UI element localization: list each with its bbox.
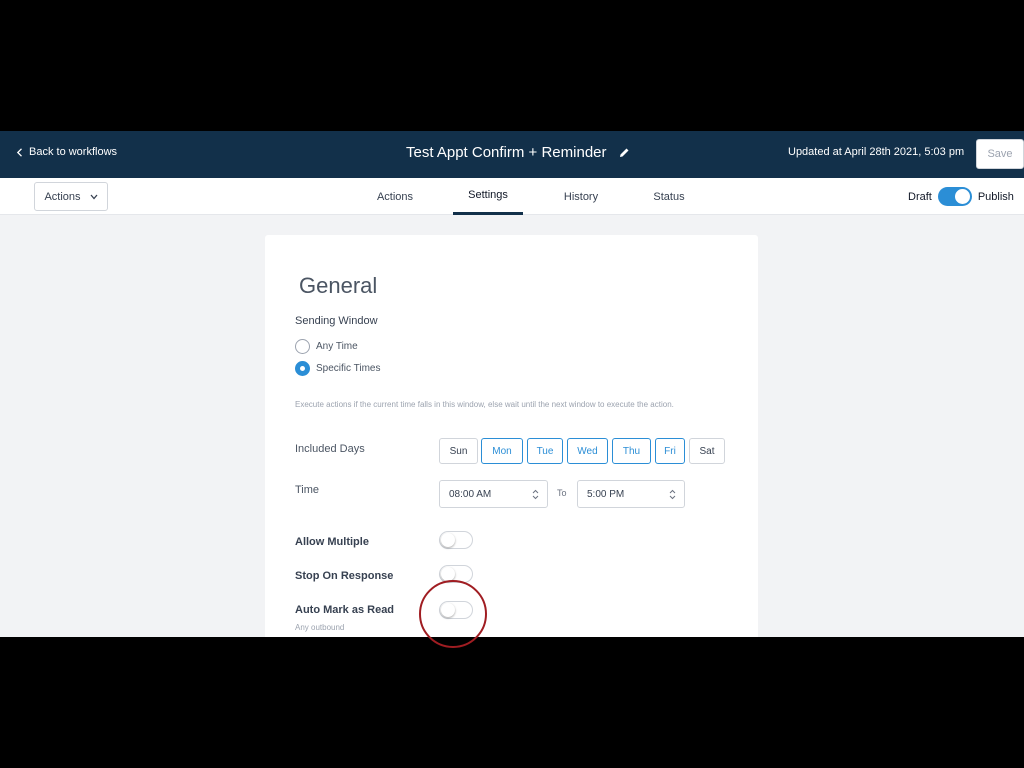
draft-label: Draft	[908, 190, 932, 203]
auto-mark-read-label: Auto Mark as Read	[295, 604, 395, 616]
publish-switch[interactable]	[937, 187, 972, 206]
allow-multiple-label: Allow Multiple	[295, 536, 369, 548]
radio-label: Any Time	[316, 341, 358, 352]
switch-knob	[441, 567, 455, 581]
switch-knob	[954, 189, 970, 204]
day-thu[interactable]: Thu	[612, 438, 651, 464]
up-down-chevron-icon	[669, 489, 676, 500]
sub-nav: Actions Actions Settings History Status …	[0, 178, 1024, 215]
radio-any-time[interactable]: Any Time	[295, 339, 358, 354]
day-tue[interactable]: Tue	[527, 438, 563, 464]
auto-mark-read-help: Any outbound	[295, 623, 345, 632]
save-button[interactable]: Save	[976, 139, 1024, 169]
back-label: Back to workflows	[29, 146, 118, 158]
day-mon[interactable]: Mon	[481, 438, 523, 464]
stop-on-response-label: Stop On Response	[295, 570, 394, 582]
publish-label: Publish	[977, 190, 1014, 203]
pencil-icon[interactable]	[619, 147, 630, 158]
back-to-workflows-link[interactable]: Back to workflows	[16, 146, 117, 158]
day-wed[interactable]: Wed	[567, 438, 608, 464]
time-to-select[interactable]: 5:00 PM	[577, 480, 685, 508]
time-to-label: To	[557, 488, 567, 498]
actions-dropdown-label: Actions	[44, 190, 81, 203]
tab-history[interactable]: History	[554, 178, 608, 215]
settings-card: General Sending Window Any Time Specific…	[265, 235, 758, 637]
actions-dropdown[interactable]: Actions	[34, 182, 108, 211]
radio-specific-times[interactable]: Specific Times	[295, 361, 380, 376]
workflow-editor: Back to workflows Test Appt Confirm + Re…	[0, 131, 1024, 637]
tab-settings[interactable]: Settings	[453, 178, 523, 215]
time-to-value: 5:00 PM	[587, 488, 625, 500]
time-label: Time	[295, 484, 320, 496]
section-heading: General	[299, 273, 378, 298]
top-bar: Back to workflows Test Appt Confirm + Re…	[0, 131, 1024, 178]
tab-bar: Actions Settings History Status	[338, 178, 700, 215]
time-from-value: 08:00 AM	[449, 488, 492, 500]
publish-toggle-group: Draft Publish	[908, 187, 1014, 206]
workflow-title-text: Test Appt Confirm + Reminder	[406, 144, 607, 161]
switch-knob	[441, 603, 455, 617]
stop-on-response-toggle[interactable]	[439, 565, 473, 583]
day-fri[interactable]: Fri	[655, 438, 685, 464]
allow-multiple-toggle[interactable]	[439, 531, 473, 549]
up-down-chevron-icon	[532, 489, 539, 500]
tab-status[interactable]: Status	[643, 178, 695, 215]
sending-window-help: Execute actions if the current time fall…	[295, 400, 674, 409]
updated-timestamp: Updated at April 28th 2021, 5:03 pm	[788, 146, 965, 158]
chevron-left-icon	[16, 147, 22, 157]
radio-button[interactable]	[295, 339, 310, 354]
day-sat[interactable]: Sat	[689, 438, 725, 464]
day-sun[interactable]: Sun	[439, 438, 478, 464]
radio-button-checked[interactable]	[295, 361, 310, 376]
workflow-title: Test Appt Confirm + Reminder	[406, 144, 630, 161]
radio-label: Specific Times	[316, 363, 381, 374]
chevron-down-icon	[90, 194, 98, 199]
switch-knob	[441, 533, 455, 547]
auto-mark-read-toggle[interactable]	[439, 601, 473, 619]
time-from-select[interactable]: 08:00 AM	[439, 480, 548, 508]
included-days-label: Included Days	[295, 443, 365, 455]
tab-actions[interactable]: Actions	[368, 178, 422, 215]
sending-window-label: Sending Window	[295, 315, 378, 327]
